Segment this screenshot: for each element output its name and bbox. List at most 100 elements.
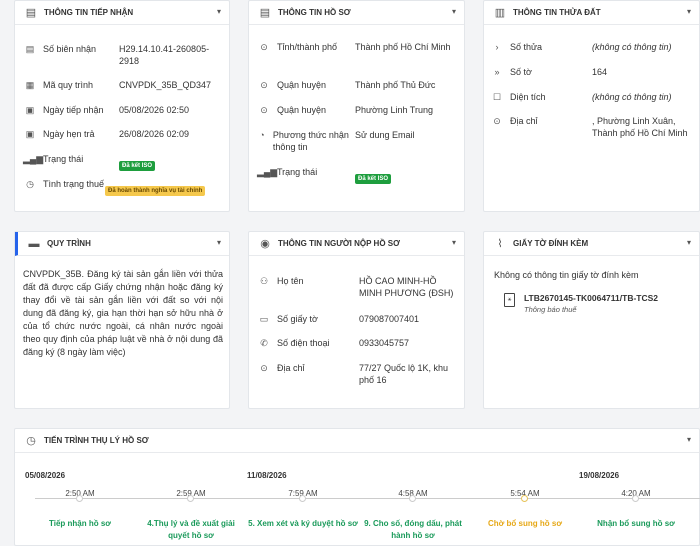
card-tien-trinh: ◷ TIẾN TRÌNH THỤ LÝ HỒ SƠ ▾ 05/08/2026 1… [14, 428, 700, 546]
row-ma-quy-trinh: ▦ Mã quy trình [23, 79, 93, 91]
ngay-hen-tra-value: 26/08/2026 02:09 [119, 129, 190, 139]
row-trang-thai: ▂▄▆ Trạng thái [257, 167, 318, 177]
step-label: 9. Cho số, đóng dấu, phát hành hồ sơ [364, 519, 462, 540]
card-title: THÔNG TIN NGƯỜI NỘP HỒ SƠ [278, 239, 400, 248]
attachment-file-link[interactable]: LTB2670145-TK0064711/TB-TCS2 [524, 292, 658, 304]
paperclip-icon: ⌇ [497, 238, 503, 250]
card-header[interactable]: ▤ THÔNG TIN TIẾP NHẬN ▾ [15, 1, 229, 25]
card-thong-tin-tiep-nhan: ▤ THÔNG TIN TIẾP NHẬN ▾ ▤ Số biên nhận H2… [14, 0, 230, 212]
row-ngay-tiep-nhan: ▣ Ngày tiếp nhận [23, 104, 104, 116]
row-so-giay-to: ▭ Số giấy tờ [257, 313, 318, 325]
row-ho-ten: ⚇ Họ tên [257, 275, 304, 287]
signal-icon: ▂▄▆ [257, 167, 278, 177]
card-title: THÔNG TIN TIẾP NHẬN [44, 8, 134, 17]
location-pin-icon: ⊙ [260, 363, 268, 373]
chevron-down-icon[interactable]: ▾ [687, 238, 691, 247]
card-header[interactable]: ▥ THÔNG TIN THỬA ĐẤT ▾ [484, 1, 699, 25]
ma-quy-trinh-value: CNVPDK_35B_QD347 [119, 80, 212, 90]
step-dot[interactable] [187, 495, 194, 502]
step-dot[interactable] [632, 495, 639, 502]
chevron-down-icon[interactable]: ▾ [452, 238, 456, 247]
square-icon: ☐ [492, 92, 502, 102]
status-badge: Đã kết ISO [119, 154, 156, 172]
location-pin-icon: ⊙ [493, 116, 501, 126]
row-phuong: ⊙ Quận huyện [257, 104, 326, 116]
calendar-icon: ▣ [25, 129, 35, 139]
dien-tich-value: (không có thông tin) [592, 92, 672, 102]
step-label: Nhận bổ sung hồ sơ [597, 519, 675, 528]
so-giay-to-value: 079087007401 [359, 314, 420, 324]
card-thong-tin-thua-dat: ▥ THÔNG TIN THỬA ĐẤT ▾ › Số thửa (không c… [483, 0, 700, 212]
card-header[interactable]: ◷ TIẾN TRÌNH THỤ LÝ HỒ SƠ ▾ [15, 429, 699, 453]
double-chevron-right-icon: » [494, 67, 500, 77]
document-icon: ▤ [25, 44, 35, 54]
chevron-down-icon[interactable]: ▾ [687, 435, 691, 444]
chevron-down-icon[interactable]: ▾ [217, 238, 221, 247]
card-title: THÔNG TIN HỒ SƠ [278, 8, 351, 17]
tax-status-badge: Đã hoàn thành nghĩa vụ tài chính [105, 179, 206, 197]
row-dia-chi: ⊙ Địa chỉ [490, 115, 537, 127]
row-ngay-hen-tra: ▣ Ngày hẹn trả [23, 128, 95, 140]
chevron-right-icon: › [495, 42, 499, 52]
map-icon: ▥ [494, 7, 506, 19]
row-phuong-thuc-nhan: ◔ Phương thức nhận thông tin [257, 129, 353, 153]
attachment-file-desc: Thông báo thuế [524, 305, 577, 314]
grid-icon: ▦ [25, 80, 35, 90]
card-title: QUY TRÌNH [47, 239, 91, 248]
chevron-down-icon[interactable]: ▾ [687, 7, 691, 16]
step-label: 4.Thụ lý và đề xuất giải quyết hồ sơ [147, 519, 235, 540]
step-dot[interactable] [76, 495, 83, 502]
chevron-down-icon[interactable]: ▾ [217, 7, 221, 16]
row-dia-chi: ⊙ Địa chỉ [257, 362, 304, 374]
row-tinh-thanh-pho: ⊙ Tỉnh/thành phố [257, 41, 337, 53]
folder-icon: ▤ [259, 7, 271, 19]
ho-ten-value: HỒ CAO MINH-HỒ MINH PHƯƠNG (ĐSH) [359, 276, 454, 298]
card-thong-tin-ho-so: ▤ THÔNG TIN HỒ SƠ ▾ ⊙ Tỉnh/thành phố Thàn… [248, 0, 465, 212]
empty-attachments-text: Không có thông tin giấy tờ đính kèm [494, 270, 639, 280]
quan-huyen-value: Thành phố Thủ Đức [355, 80, 436, 90]
step-dot[interactable] [521, 495, 528, 502]
card-title: THÔNG TIN THỬA ĐẤT [513, 8, 601, 17]
row-trang-thai: ▂▄▆ Trạng thái [23, 154, 84, 164]
phuong-value: Phường Linh Trung [355, 105, 433, 115]
pdf-icon: ⚹ [504, 293, 515, 307]
so-dien-thoai-value: 0933045757 [359, 338, 410, 348]
card-quy-trinh: ▬ QUY TRÌNH ▾ CNVPDK_35B. Đăng ký tài sả… [14, 231, 230, 409]
user-icon: ◉ [260, 238, 270, 250]
step-label: Chờ bổ sung hồ sơ [487, 519, 563, 528]
row-so-to: » Số tờ [490, 66, 531, 78]
so-bien-nhan-value: H29.14.10.41-260805-2918 [119, 44, 210, 66]
card-header[interactable]: ⌇ GIẤY TỜ ĐÍNH KÈM ▾ [484, 232, 699, 256]
step-dot[interactable] [409, 495, 416, 502]
timeline-icon: ◷ [26, 435, 36, 447]
quy-trinh-description: CNVPDK_35B. Đăng ký tài sản gắn liền với… [23, 269, 223, 357]
calendar-icon: ▣ [25, 105, 35, 115]
location-pin-icon: ⊙ [260, 42, 268, 52]
timeline-date: 05/08/2026 [25, 471, 66, 480]
status-badge: Đã kết ISO [355, 167, 392, 185]
row-so-dien-thoai: ✆ Số điện thoại [257, 337, 329, 349]
phuong-thuc-nhan-value: Sử dung Email [355, 130, 415, 140]
chevron-down-icon[interactable]: ▾ [452, 7, 456, 16]
row-tinh-trang-thue: ◷ Tình trạng thuế [23, 178, 104, 190]
card-thong-tin-nguoi-nop: ◉ THÔNG TIN NGƯỜI NỘP HỒ SƠ ▾ ⚇ Họ tên HỒ… [248, 231, 465, 409]
row-so-bien-nhan: ▤ Số biên nhận [23, 43, 96, 55]
so-to-value: 164 [592, 67, 608, 77]
card-header[interactable]: ▬ QUY TRÌNH ▾ [15, 232, 229, 256]
step-label: Tiếp nhận hồ sơ [49, 519, 111, 528]
step-dot[interactable] [299, 495, 306, 502]
location-pin-icon: ⊙ [260, 105, 268, 115]
card-header[interactable]: ▤ THÔNG TIN HỒ SƠ ▾ [249, 1, 464, 25]
timeline-line [35, 498, 700, 499]
timeline-date: 19/08/2026 [579, 471, 620, 480]
row-so-thua: › Số thửa [490, 41, 543, 53]
card-title: GIẤY TỜ ĐÍNH KÈM [513, 239, 589, 248]
card-header[interactable]: ◉ THÔNG TIN NGƯỜI NỘP HỒ SƠ ▾ [249, 232, 464, 256]
step-label: 5. Xem xét và ký duyệt hồ sơ [248, 519, 358, 528]
dia-chi-value: , Phường Linh Xuân, Thành phố Hồ Chí Min… [592, 116, 688, 138]
location-pin-icon: ⊙ [260, 80, 268, 90]
signal-icon: ▂▄▆ [23, 154, 44, 164]
so-thua-value: (không có thông tin) [592, 42, 672, 52]
tinh-thanh-pho-value: Thành phố Hồ Chí Minh [355, 42, 451, 52]
user-icon: ⚇ [259, 276, 269, 286]
